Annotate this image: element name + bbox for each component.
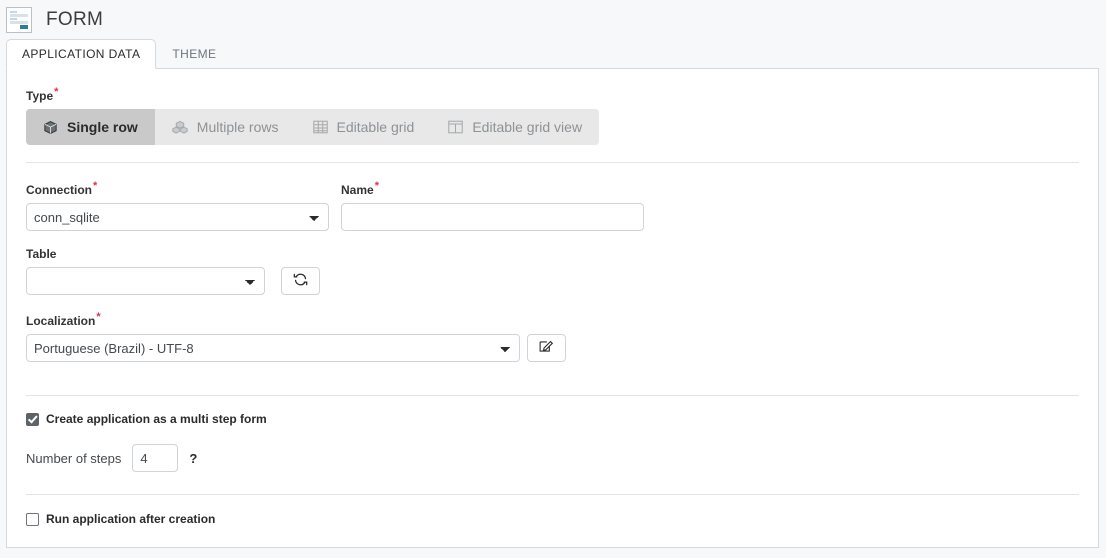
connection-name-section: Connection* conn_sqlite Name* [26,163,1079,231]
tab-theme[interactable]: THEME [156,39,232,68]
steps-label: Number of steps [26,450,122,466]
multi-step-checkbox[interactable] [26,412,39,426]
split-panel-icon [448,120,464,134]
name-input[interactable] [341,203,644,231]
run-after-creation-label[interactable]: Run application after creation [46,512,215,526]
run-after-creation-checkbox-row[interactable]: Run application after creation [26,512,1079,526]
localization-label: Localization* [26,311,1079,328]
localization-label-text: Localization [26,314,96,328]
steps-help-icon[interactable]: ? [189,451,197,466]
table-select[interactable] [26,267,265,295]
tab-bar: APPLICATION DATA THEME [0,39,1106,69]
type-section: Type* Single row Multiple rows Editable … [26,69,1079,162]
type-option-editable-grid[interactable]: Editable grid [295,109,432,145]
name-field: Name* [341,180,644,231]
type-option-label: Multiple rows [196,119,279,135]
page-title: FORM [46,8,104,30]
run-after-creation-section: Run application after creation [26,495,1079,526]
app-header: FORM [0,0,1106,39]
icon-bar [10,21,28,24]
tab-application-data[interactable]: APPLICATION DATA [6,39,157,69]
edit-localization-button[interactable] [527,334,566,362]
multi-step-section: Create application as a multi step form [26,396,1079,426]
table-section: Table [26,231,1079,295]
multi-step-label[interactable]: Create application as a multi step form [46,412,267,426]
cube-icon [43,120,58,135]
steps-input[interactable] [132,444,179,472]
name-label: Name* [341,180,644,197]
type-option-label: Editable grid view [472,119,583,135]
required-asterisk: * [374,180,379,192]
name-label-text: Name [341,183,374,197]
localization-select[interactable]: Portuguese (Brazil) - UTF-8 [26,334,520,362]
form-document-icon [6,6,32,33]
run-after-creation-checkbox[interactable] [26,512,39,526]
table-label: Table [26,247,57,261]
table-grid-icon [312,120,328,134]
icon-bar [10,10,17,14]
type-button-group: Single row Multiple rows Editable grid E… [26,109,600,145]
type-option-editable-grid-view[interactable]: Editable grid view [431,109,600,145]
type-label-text: Type [26,89,54,103]
type-option-label: Editable grid [336,119,415,135]
refresh-tables-button[interactable] [281,267,320,295]
connection-label: Connection* [26,180,329,197]
connection-label-text: Connection [26,183,92,197]
type-option-multiple-rows[interactable]: Multiple rows [154,109,296,145]
table-row [26,267,1079,295]
icon-bar [10,14,28,17]
icon-bar [10,17,17,21]
steps-section: Number of steps ? [26,426,1079,494]
multi-step-checkbox-row[interactable]: Create application as a multi step form [26,412,1079,426]
localization-section: Localization* Portuguese (Brazil) - UTF-… [26,295,1079,362]
refresh-icon [293,272,308,290]
steps-row: Number of steps ? [26,444,1079,472]
required-asterisk: * [93,180,98,192]
edit-icon [539,339,554,357]
connection-field: Connection* conn_sqlite [26,180,329,231]
localization-row: Portuguese (Brazil) - UTF-8 [26,334,1079,362]
application-data-panel: Type* Single row Multiple rows Editable … [6,68,1099,548]
connection-name-row: Connection* conn_sqlite Name* [26,180,1079,231]
connection-select[interactable]: conn_sqlite [26,203,329,231]
type-option-single-row[interactable]: Single row [26,109,155,145]
type-label: Type* [26,86,1079,103]
required-asterisk: * [96,311,101,323]
type-option-label: Single row [67,119,138,135]
multiple-cubes-icon [172,120,188,135]
icon-accent-bar [19,25,28,29]
required-asterisk: * [54,86,59,98]
